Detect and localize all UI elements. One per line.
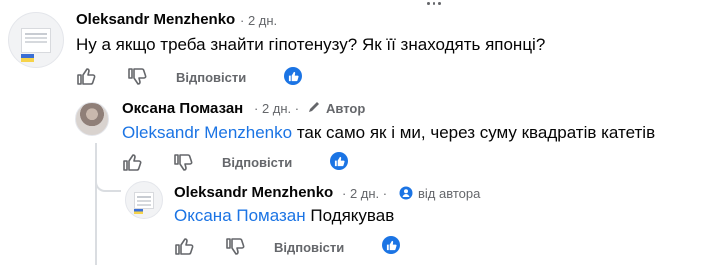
pencil-icon — [309, 102, 319, 112]
comment-text: Подякував — [305, 206, 395, 225]
comment-time[interactable]: · 2 дн. · — [342, 186, 387, 201]
avatar[interactable] — [125, 181, 163, 219]
comment-author[interactable]: Oleksandr Menzhenko — [174, 184, 333, 201]
comment-author[interactable]: Оксана Помазан — [122, 100, 243, 117]
comment-text: так само як і ми, через суму квадратів к… — [292, 123, 656, 142]
like-reaction-icon[interactable] — [284, 67, 302, 85]
comment-text-line: Oleksandr Menzhenko так само як і ми, че… — [122, 123, 655, 143]
like-reaction-icon[interactable] — [382, 236, 400, 254]
avatar[interactable] — [8, 12, 64, 68]
thumbs-up-icon[interactable] — [76, 66, 96, 86]
thread-connector — [95, 160, 121, 192]
thumbs-up-icon[interactable] — [122, 152, 142, 172]
thumbs-down-icon[interactable] — [225, 237, 245, 257]
comment-time[interactable]: · 2 дн. — [240, 13, 277, 28]
author-badge: Автор — [326, 101, 366, 116]
verified-author-icon — [399, 186, 413, 200]
reply-button[interactable]: Відповісти — [274, 240, 344, 255]
thumbs-up-icon[interactable] — [174, 236, 194, 256]
thumbs-down-icon[interactable] — [173, 153, 193, 173]
reply-button[interactable]: Відповісти — [222, 155, 292, 170]
comment-text: Ну а якщо треба знайти гіпотенузу? Як її… — [76, 35, 546, 54]
mention-link[interactable]: Oleksandr Menzhenko — [122, 123, 292, 142]
thumbs-down-icon[interactable] — [127, 67, 147, 87]
reply-button[interactable]: Відповісти — [176, 70, 246, 85]
comment-author[interactable]: Oleksandr Menzhenko — [76, 11, 235, 28]
more-options-icon[interactable] — [427, 0, 442, 6]
comment-thread: Oleksandr Menzhenko · 2 дн. Ну а якщо тр… — [0, 0, 720, 265]
author-badge: від автора — [418, 186, 481, 201]
comment-time[interactable]: · 2 дн. · — [254, 101, 299, 116]
mention-link[interactable]: Оксана Помазан — [174, 206, 306, 225]
comment-text-line: Оксана Помазан Подякував — [174, 206, 394, 226]
avatar[interactable] — [75, 102, 109, 136]
like-reaction-icon[interactable] — [330, 152, 348, 170]
